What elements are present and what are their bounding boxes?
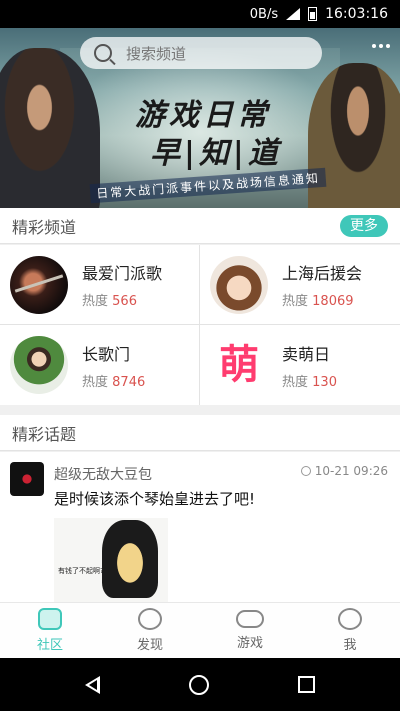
- search-bar[interactable]: 搜索频道: [80, 37, 322, 69]
- search-icon: [94, 44, 112, 62]
- topics-title: 精彩话题: [12, 424, 77, 444]
- channel-avatar: [210, 255, 268, 314]
- image-caption: 有钱了不起啊?: [58, 567, 104, 575]
- bottom-nav: 社区 发现 游戏 我: [0, 602, 400, 658]
- more-button[interactable]: 更多: [340, 215, 388, 237]
- signal-icon: [286, 8, 301, 20]
- clock-icon: [300, 466, 311, 476]
- channel-name: 卖萌日: [282, 344, 331, 364]
- channels-title: 精彩频道: [12, 217, 77, 237]
- system-nav-bar: [0, 658, 400, 711]
- nav-label: 发现: [136, 638, 163, 653]
- community-icon: [38, 608, 62, 630]
- clock-time: 16:03:16: [325, 6, 388, 22]
- nav-discover[interactable]: 发现: [100, 603, 200, 658]
- channel-avatar: [10, 336, 68, 394]
- channel-item[interactable]: 上海后援会 热度 18069: [200, 245, 400, 324]
- topics-header: 精彩话题: [0, 415, 400, 451]
- moe-icon: 萌: [219, 342, 259, 388]
- profile-icon: [338, 608, 362, 630]
- nav-games[interactable]: 游戏: [200, 603, 300, 658]
- post-image[interactable]: 有钱了不起啊?: [54, 518, 168, 602]
- home-icon[interactable]: [188, 674, 209, 695]
- meme-figure: [102, 520, 158, 598]
- channels-header: 精彩频道 更多: [0, 208, 400, 244]
- channel-heat: 热度 130: [282, 374, 337, 390]
- channel-name: 上海后援会: [282, 264, 363, 283]
- nav-community[interactable]: 社区: [0, 603, 100, 658]
- network-speed: 0B/s: [249, 6, 279, 22]
- more-options-icon[interactable]: [372, 44, 390, 48]
- search-placeholder: 搜索频道: [126, 44, 187, 63]
- recent-apps-icon[interactable]: [298, 676, 316, 693]
- nav-label: 我: [343, 638, 357, 653]
- channel-avatar: 萌: [210, 336, 268, 394]
- gamepad-icon: [236, 610, 264, 628]
- status-bar: 0B/s 16:03:16: [0, 0, 400, 28]
- battery-icon: [308, 7, 318, 21]
- channel-item[interactable]: 长歌门 热度 8746: [0, 325, 199, 405]
- channel-name: 最爱门派歌: [82, 264, 163, 283]
- discover-icon: [138, 608, 162, 630]
- channel-avatar: [10, 255, 68, 314]
- post-time: 10-21 09:26: [300, 464, 388, 478]
- channel-item[interactable]: 萌 卖萌日 热度 130: [200, 325, 400, 405]
- channel-heat: 热度 8746: [82, 374, 146, 390]
- nav-label: 社区: [36, 638, 63, 653]
- nav-me[interactable]: 我: [300, 603, 400, 658]
- topic-post[interactable]: 超级无敌大豆包 10-21 09:26 是时候该添个琴始皇进去了吧! 有钱了不起…: [0, 452, 400, 602]
- hero-banner[interactable]: 游戏日常 早|知|道 日常大战门派事件以及战场信息通知 搜索频道: [0, 28, 400, 208]
- channel-name: 长歌门: [82, 344, 131, 364]
- banner-title-line2: 早|知|道: [150, 136, 282, 171]
- post-author[interactable]: 超级无敌大豆包: [54, 464, 152, 484]
- channel-heat: 热度 566: [82, 294, 137, 309]
- channel-heat: 热度 18069: [282, 294, 354, 309]
- user-avatar[interactable]: [10, 462, 44, 496]
- channels-grid: 最爱门派歌 热度 566 上海后援会 热度 18069 长歌门 热度 8746 …: [0, 245, 400, 405]
- back-icon[interactable]: [84, 675, 100, 694]
- channel-item[interactable]: 最爱门派歌 热度 566: [0, 245, 199, 324]
- post-content: 是时候该添个琴始皇进去了吧!: [54, 490, 256, 508]
- nav-label: 游戏: [236, 636, 263, 651]
